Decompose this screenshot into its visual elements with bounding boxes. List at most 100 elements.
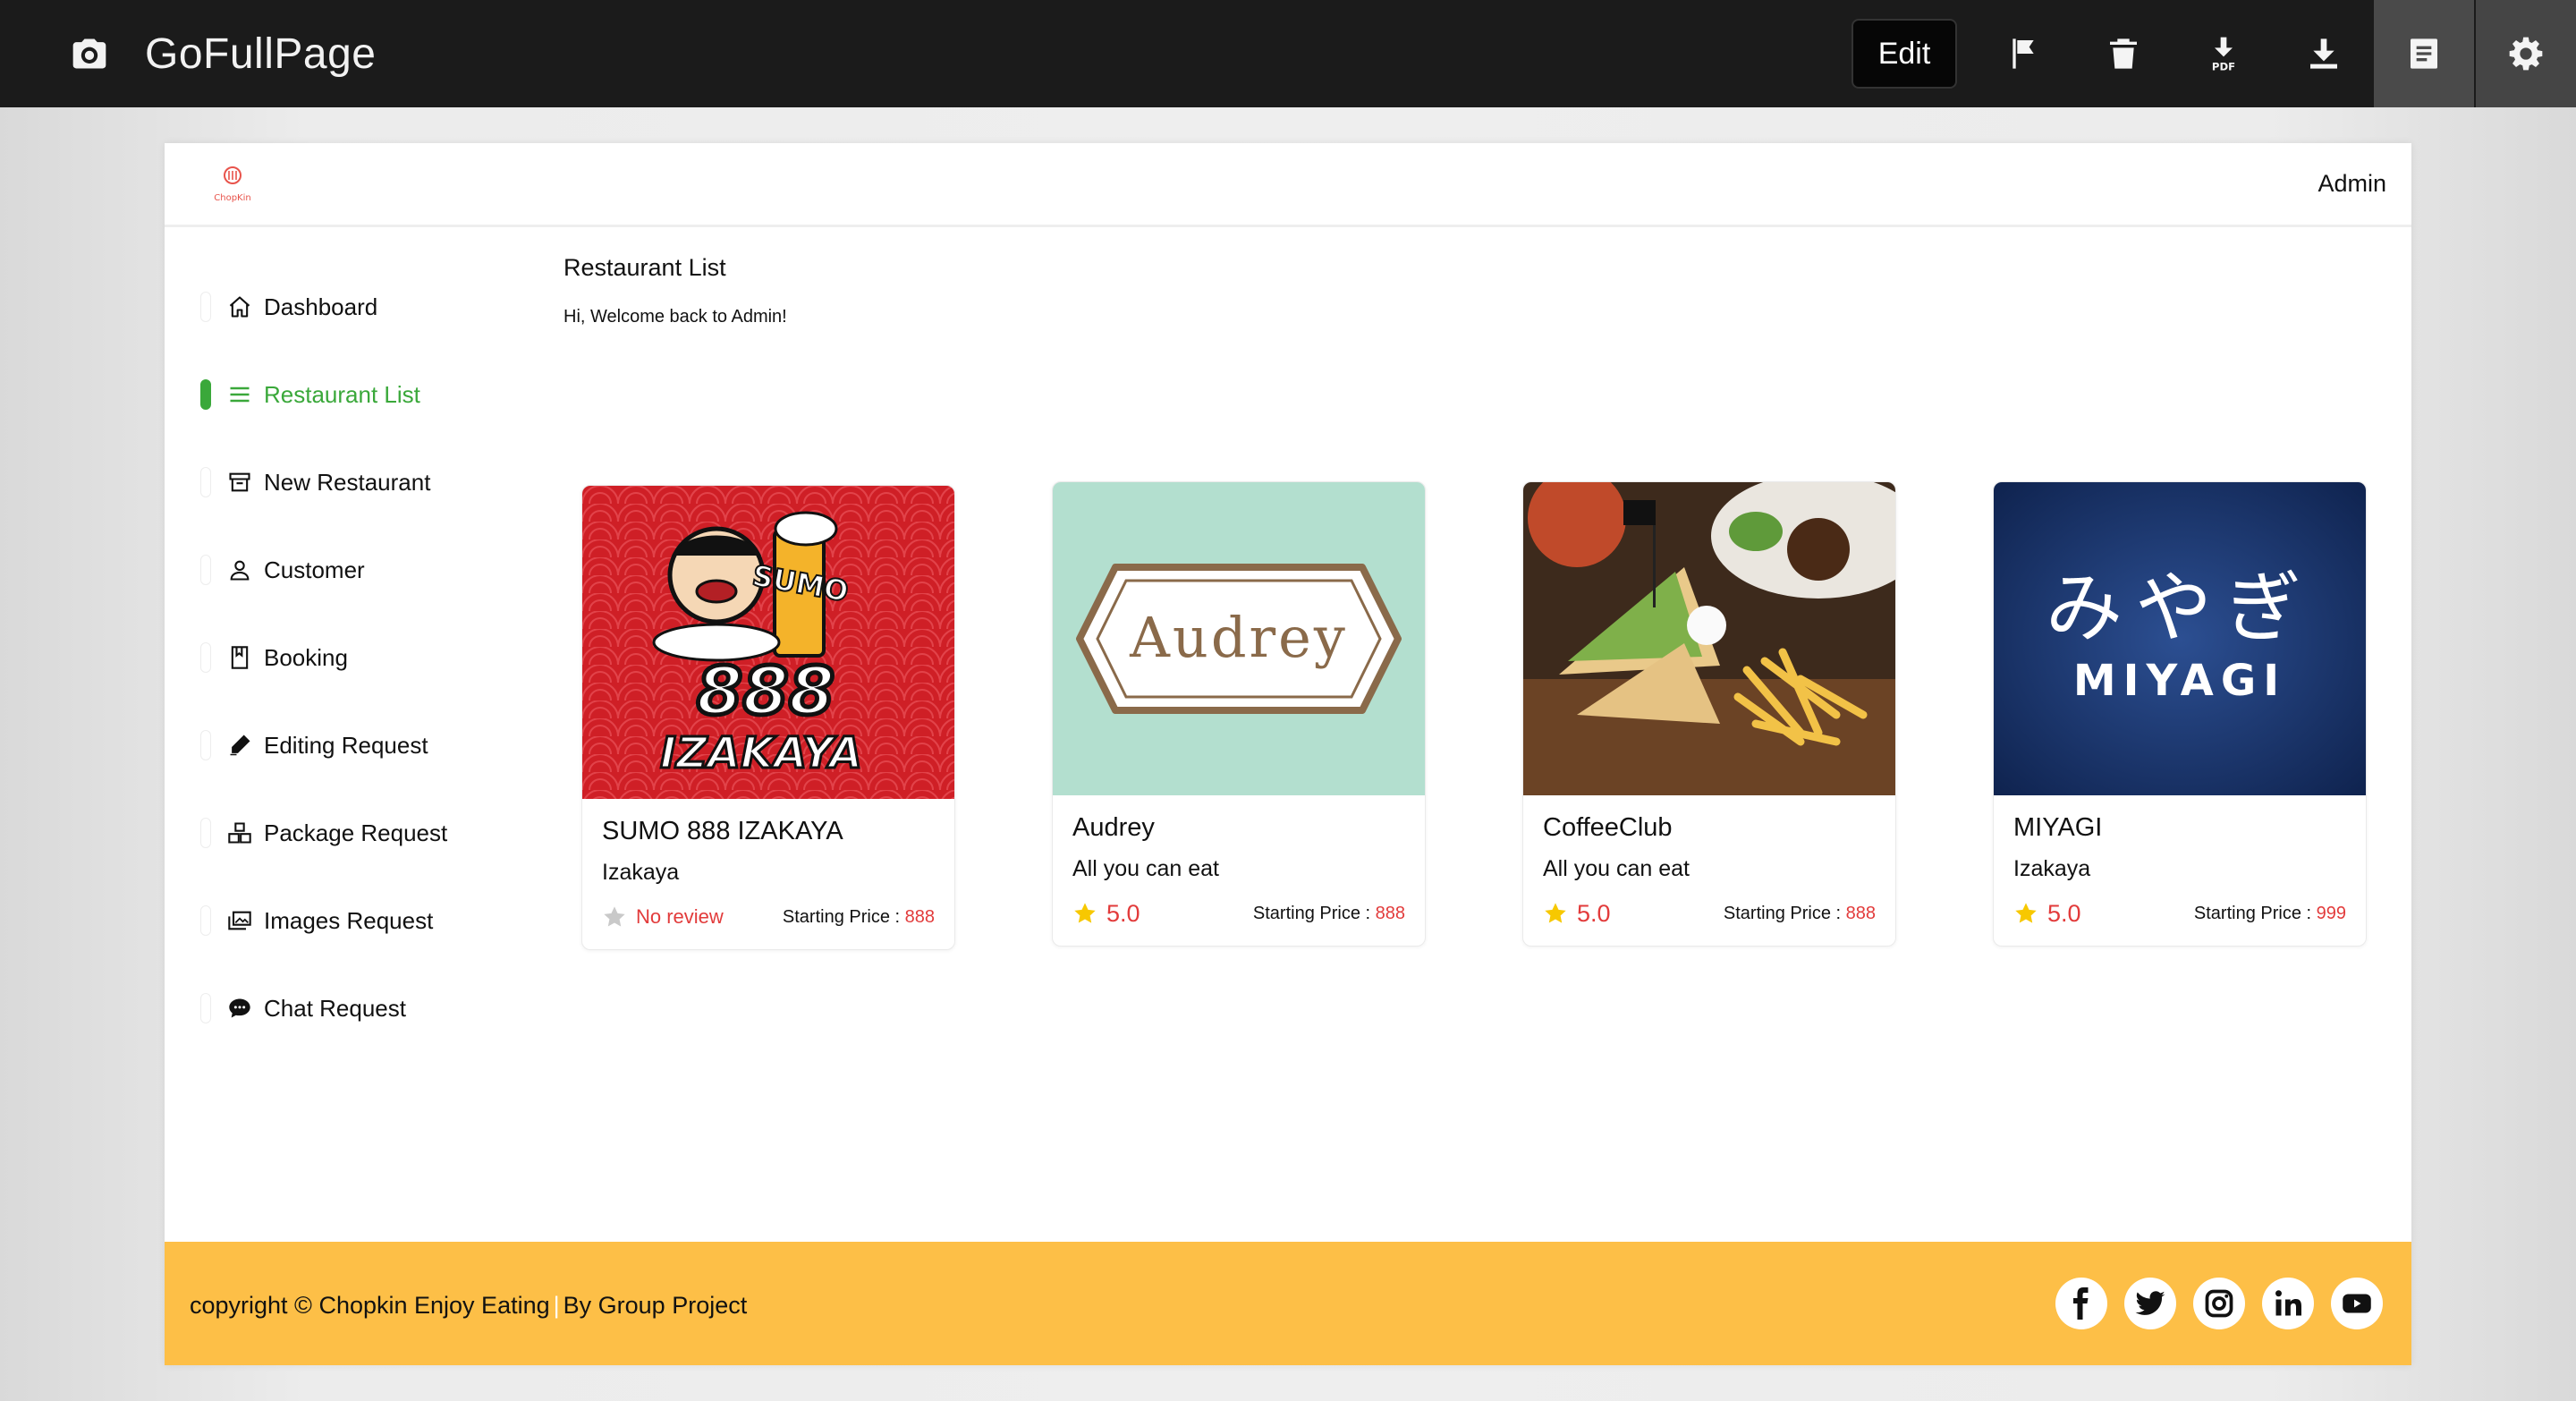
welcome-message: Hi, Welcome back to Admin! <box>564 307 787 327</box>
sidebar-item-label: Editing Request <box>264 731 428 759</box>
settings-button[interactable] <box>2476 0 2576 107</box>
nav-marker <box>200 379 211 410</box>
restaurant-meta: 5.0 Starting Price : 888 <box>1072 899 1405 928</box>
list-icon <box>227 382 252 407</box>
starting-price: Starting Price : 888 <box>1253 904 1405 924</box>
restaurant-image: Audrey <box>1053 482 1425 795</box>
restaurant-category: All you can eat <box>1543 856 1690 881</box>
restaurant-meta: No review Starting Price : 888 <box>602 903 935 931</box>
extension-toolbar: GoFullPage Edit PDF <box>0 0 2576 107</box>
miyagi-logo-kana: みやぎ <box>2046 564 2314 653</box>
sidebar-item-images-request[interactable]: Images Request <box>200 877 522 964</box>
sidebar-item-chat-request[interactable]: Chat Request <box>200 964 522 1052</box>
restaurant-name: MIYAGI <box>2013 813 2103 842</box>
chopkin-logo[interactable]: ChopKin <box>206 163 259 206</box>
edit-button[interactable]: Edit <box>1852 19 1957 89</box>
page-title: Restaurant List <box>564 254 726 281</box>
sidebar-item-new-restaurant[interactable]: New Restaurant <box>200 438 522 526</box>
restaurant-category: All you can eat <box>1072 856 1219 881</box>
sidebar-item-label: Booking <box>264 643 348 671</box>
price-label: Starting Price : <box>1252 903 1371 923</box>
boxes-icon <box>227 820 252 845</box>
restaurant-meta: 5.0 Starting Price : 999 <box>2013 899 2346 928</box>
admin-page: ChopKin Admin Dashboard Restaurant List … <box>165 143 2411 1365</box>
images-icon <box>227 908 252 933</box>
star-empty-icon <box>604 906 625 927</box>
instagram-icon <box>2205 1289 2233 1318</box>
starting-price: Starting Price : 888 <box>783 907 935 928</box>
download-pdf-icon: PDF <box>2212 37 2235 72</box>
trash-icon <box>2110 38 2137 69</box>
restaurant-name: CoffeeClub <box>1543 813 1673 842</box>
restaurant-category: Izakaya <box>2013 856 2091 881</box>
chat-icon <box>227 996 252 1021</box>
delete-button[interactable] <box>2073 0 2174 107</box>
sidebar-item-label: Restaurant List <box>264 380 420 408</box>
home-icon <box>227 294 252 319</box>
restaurant-card[interactable]: Audrey Audrey All you can eat 5.0 Starti… <box>1052 481 1426 947</box>
miyagi-logo-text: MIYAGI <box>2073 656 2286 706</box>
linkedin-link[interactable] <box>2262 1278 2314 1329</box>
restaurant-card[interactable]: CoffeeClub All you can eat 5.0 Starting … <box>1522 481 1896 947</box>
facebook-icon <box>2073 1287 2089 1320</box>
copyright-text: copyright © Chopkin Enjoy Eating <box>190 1292 550 1319</box>
youtube-icon <box>2343 1294 2371 1313</box>
nav-marker <box>200 555 211 585</box>
star-filled-icon <box>2015 903 2037 923</box>
restaurant-image: みやぎ MIYAGI <box>1994 482 2366 795</box>
admin-user-menu[interactable]: Admin <box>2318 170 2386 198</box>
page-header: ChopKin Admin <box>165 143 2411 227</box>
facebook-link[interactable] <box>2055 1278 2107 1329</box>
page-footer: copyright © Chopkin Enjoy Eating | By Grou… <box>165 1242 2411 1365</box>
sidebar-item-label: Dashboard <box>264 293 378 320</box>
svg-text:ChopKin: ChopKin <box>214 193 250 203</box>
notes-button[interactable] <box>2374 0 2474 107</box>
sidebar-item-customer[interactable]: Customer <box>200 526 522 614</box>
nav-marker <box>200 292 211 322</box>
sidebar-nav: Dashboard Restaurant List New Restaurant… <box>200 263 522 1052</box>
restaurant-meta: 5.0 Starting Price : 888 <box>1543 899 1876 928</box>
camera-icon[interactable] <box>70 34 109 73</box>
credit-text: By Group Project <box>563 1292 748 1319</box>
sidebar-item-editing-request[interactable]: Editing Request <box>200 701 522 789</box>
star-filled-icon <box>1545 903 1566 923</box>
twitter-link[interactable] <box>2124 1278 2176 1329</box>
sidebar-item-dashboard[interactable]: Dashboard <box>200 263 522 351</box>
restaurant-card[interactable]: みやぎ MIYAGI MIYAGI Izakaya 5.0 Starting P… <box>1993 481 2367 947</box>
instagram-link[interactable] <box>2193 1278 2245 1329</box>
nav-marker <box>200 818 211 848</box>
sidebar-item-booking[interactable]: Booking <box>200 614 522 701</box>
sidebar-item-label: Chat Request <box>264 994 406 1022</box>
notes-icon <box>2411 38 2437 69</box>
price-value: 888 <box>904 906 935 927</box>
restaurant-card[interactable]: SUMO 888 IZAKAYA SUMO 888 IZAKAYA Izakay… <box>581 485 955 950</box>
svg-text:PDF: PDF <box>2212 60 2235 72</box>
flag-button[interactable] <box>1973 0 2073 107</box>
rating-text: 5.0 <box>2047 899 2081 927</box>
nav-marker <box>200 730 211 760</box>
download-button[interactable] <box>2274 0 2374 107</box>
restaurant-image: SUMO 888 IZAKAYA <box>582 486 954 799</box>
price-label: Starting Price : <box>2193 903 2312 923</box>
price-value: 888 <box>1375 903 1405 923</box>
user-icon <box>227 557 252 582</box>
flag-icon <box>2012 38 2034 69</box>
nav-marker <box>200 467 211 497</box>
star-filled-icon <box>1074 903 1096 923</box>
sidebar-item-label: New Restaurant <box>264 468 431 496</box>
youtube-link[interactable] <box>2331 1278 2383 1329</box>
footer-separator: | <box>553 1292 560 1319</box>
sidebar-item-label: Package Request <box>264 819 448 846</box>
sidebar-item-package-request[interactable]: Package Request <box>200 789 522 877</box>
extension-actions: Edit PDF <box>1852 0 2576 107</box>
rating-text: No review <box>636 905 724 928</box>
linkedin-icon <box>2275 1290 2301 1316</box>
restaurant-image <box>1523 482 1895 795</box>
download-pdf-button[interactable]: PDF <box>2174 0 2274 107</box>
pencil-icon <box>227 733 252 758</box>
audrey-logo-text: Audrey <box>1129 605 1348 670</box>
main-content: Restaurant List Hi, Welcome back to Admi… <box>564 254 2411 950</box>
sidebar-item-restaurant-list[interactable]: Restaurant List <box>200 351 522 438</box>
restaurant-category: Izakaya <box>602 860 680 885</box>
restaurant-name: Audrey <box>1072 813 1155 842</box>
